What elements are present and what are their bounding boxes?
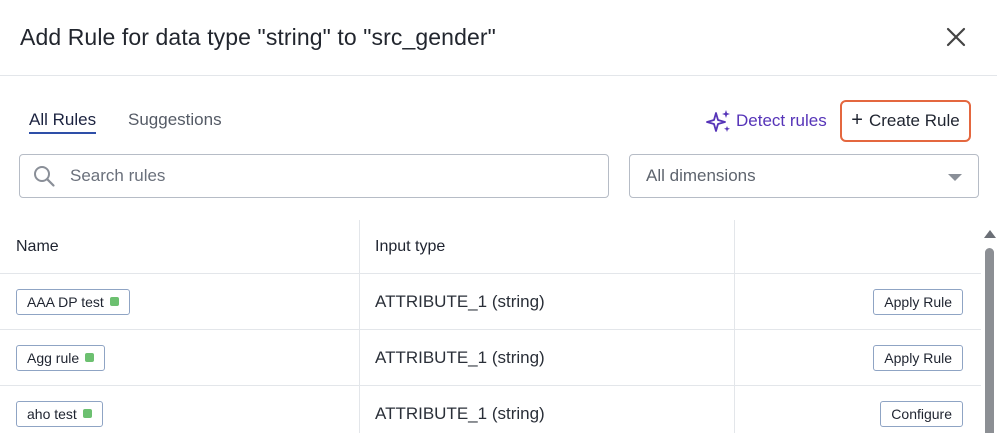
add-rule-dialog: Add Rule for data type "string" to "src_… [0,0,997,433]
apply-rule-button[interactable]: Apply Rule [873,344,963,371]
create-rule-label: Create Rule [868,111,960,130]
plus-icon: + [851,109,863,131]
column-header-actions [735,220,981,273]
rule-name-chip[interactable]: aho test [16,400,103,427]
status-dot [85,353,95,362]
status-dot [109,297,119,306]
chevron-down-icon [948,174,962,181]
table-row: AAA DP test ATTRIBUTE_1 (string) Apply R… [0,274,981,330]
close-button[interactable] [945,26,967,48]
detect-rules-button[interactable]: Detect rules [706,106,827,136]
input-type: ATTRIBUTE_1 (string) [375,403,545,423]
close-icon [946,27,966,47]
column-header-input-type: Input type [360,220,735,273]
sparkle-icon [706,110,730,132]
scroll-thumb[interactable] [985,248,994,433]
rule-name: AAA DP test [27,293,104,310]
input-type: ATTRIBUTE_1 (string) [375,291,545,311]
toolbar: All Rules Suggestions Detect rules + Cre… [0,100,997,144]
status-dot [82,409,92,418]
detect-rules-label: Detect rules [736,111,827,130]
table-header-row: Name Input type [0,220,981,274]
apply-rule-button[interactable]: Apply Rule [873,288,963,315]
table-row: Agg rule ATTRIBUTE_1 (string) Apply Rule [0,330,981,386]
input-type: ATTRIBUTE_1 (string) [375,347,545,367]
tab-all-rules[interactable]: All Rules [29,110,97,134]
column-header-name: Name [0,220,360,273]
rule-name: aho test [27,405,77,422]
create-rule-button[interactable]: + Create Rule [840,100,971,142]
search-box [19,154,609,198]
dimension-select[interactable]: All dimensions [629,154,979,198]
table-row: aho test ATTRIBUTE_1 (string) Configure [0,386,981,433]
dialog-title: Add Rule for data type "string" to "src_… [20,24,496,50]
table-scrollbar[interactable] [982,226,997,433]
rules-table: Name Input type AAA DP test ATTRIBUTE_1 … [0,220,981,433]
tab-suggestions[interactable]: Suggestions [128,110,222,130]
dialog-header: Add Rule for data type "string" to "src_… [0,0,997,76]
scroll-up-arrow-icon[interactable] [984,230,996,238]
dimension-select-value: All dimensions [646,166,756,185]
rule-name-chip[interactable]: AAA DP test [16,288,130,315]
search-input[interactable] [70,166,570,186]
search-icon [34,166,55,187]
rule-name: Agg rule [27,349,80,366]
configure-button[interactable]: Configure [880,400,963,427]
rule-name-chip[interactable]: Agg rule [16,344,106,371]
